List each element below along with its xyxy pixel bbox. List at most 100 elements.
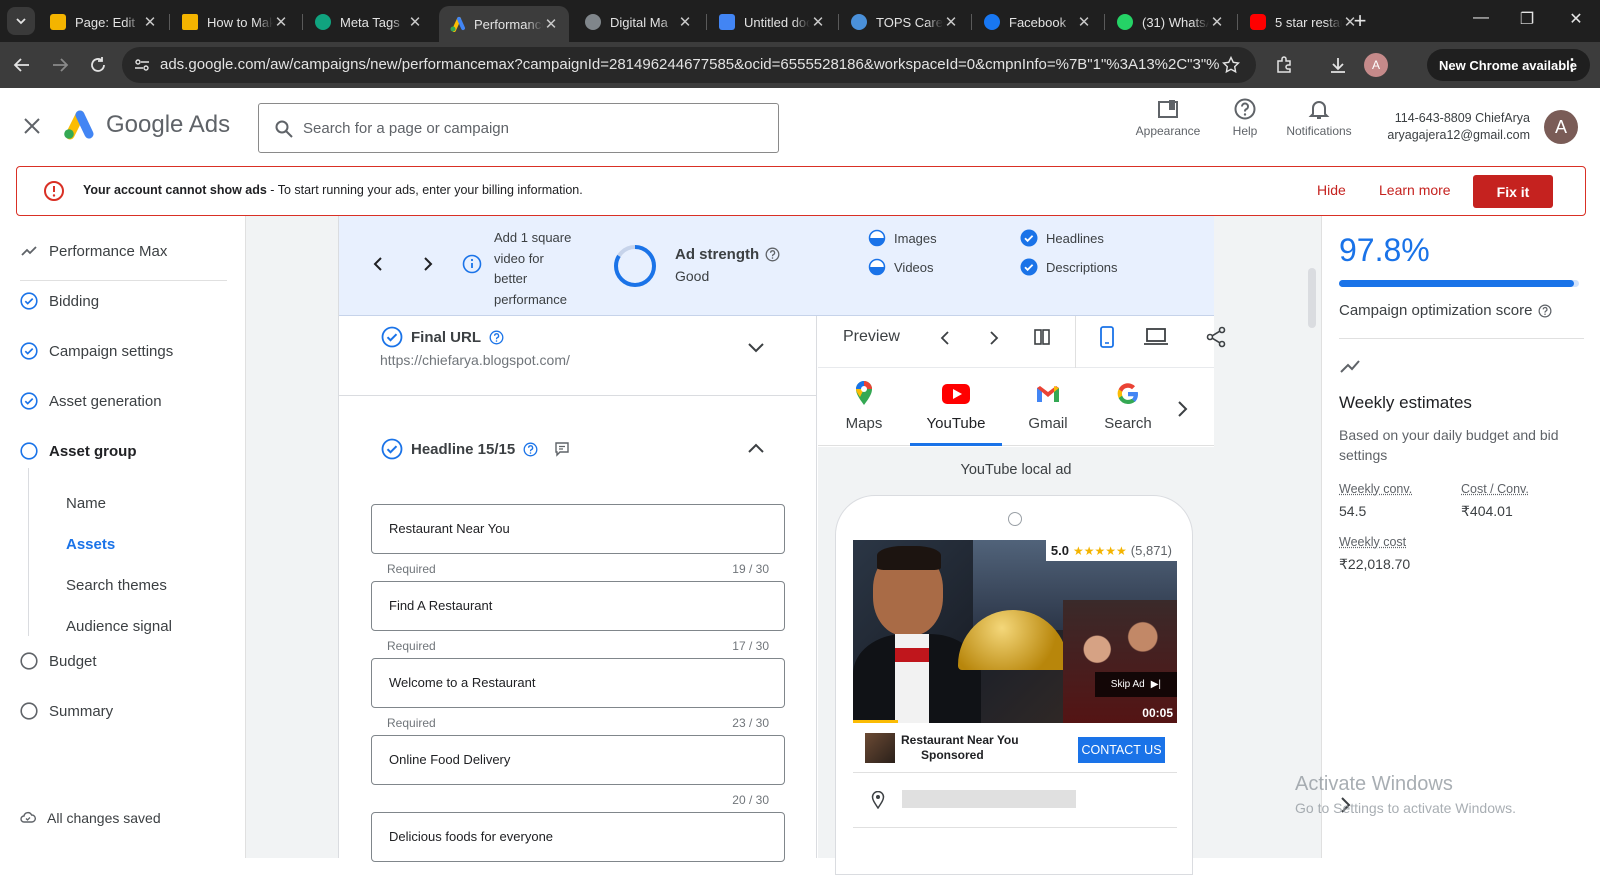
tab-untitled-doc[interactable]: Untitled doc ✕: [709, 6, 836, 38]
close-campaign-button[interactable]: [22, 116, 42, 136]
comment-icon[interactable]: [554, 441, 570, 457]
new-tab-button[interactable]: +: [1347, 8, 1373, 34]
contact-us-button[interactable]: CONTACT US: [1078, 737, 1165, 763]
google-ads-logo-icon: [64, 110, 94, 140]
nav-performance-max[interactable]: Performance Max: [20, 242, 167, 260]
headline-input-5[interactable]: Delicious foods for everyone: [371, 812, 785, 862]
app-tab-maps[interactable]: Maps: [818, 368, 910, 446]
new-chrome-available-button[interactable]: New Chrome available ⋮: [1427, 49, 1590, 81]
headline-1-helper: Required 19 / 30: [387, 562, 769, 576]
google-ads-favicon-icon: [449, 16, 465, 32]
share-icon[interactable]: [1205, 326, 1227, 348]
close-icon: [24, 118, 40, 134]
app-tab-gmail[interactable]: Gmail: [1002, 368, 1094, 446]
tab-facebook[interactable]: Facebook ✕: [974, 6, 1102, 38]
tab-search-button[interactable]: [7, 7, 35, 35]
google-ads-logo[interactable]: Google Ads: [62, 110, 230, 140]
nav-summary[interactable]: Summary: [20, 702, 113, 720]
nav-sub-audience-signal[interactable]: Audience signal: [66, 618, 172, 635]
bell-icon: [1308, 101, 1330, 119]
account-avatar[interactable]: A: [1544, 110, 1578, 144]
headline-input-3[interactable]: Welcome to a Restaurant: [371, 658, 785, 708]
bookmark-star-icon[interactable]: [1222, 56, 1240, 74]
minimize-window-button[interactable]: —: [1466, 9, 1496, 27]
app-tab-search[interactable]: Search: [1094, 368, 1162, 446]
nav-sub-search-themes[interactable]: Search themes: [66, 577, 167, 594]
columns-view-icon[interactable]: [1033, 328, 1051, 346]
skip-ad-button[interactable]: Skip Ad ▶|: [1094, 672, 1177, 697]
tab-performance-max[interactable]: Performance ✕: [439, 6, 569, 42]
nav-sub-assets[interactable]: Assets: [66, 536, 115, 553]
app-tab-youtube[interactable]: YouTube: [910, 368, 1002, 446]
tab-separator: [1237, 14, 1238, 30]
chevron-left-icon[interactable]: [939, 330, 951, 346]
appearance-button[interactable]: Appearance: [1130, 98, 1206, 138]
hide-alert-link[interactable]: Hide: [1317, 182, 1346, 198]
search-input[interactable]: Search for a page or campaign: [258, 103, 779, 153]
tab-tops-career[interactable]: TOPS Care ✕: [841, 6, 969, 38]
tab-how-to[interactable]: How to Make ✕: [172, 6, 299, 38]
help-icon[interactable]: [765, 247, 780, 262]
forward-button[interactable]: [48, 53, 72, 77]
headline-input-1[interactable]: Restaurant Near You: [371, 504, 785, 554]
chevron-right-icon[interactable]: [988, 330, 1000, 346]
tab-close-icon[interactable]: ✕: [1076, 13, 1092, 31]
desktop-device-icon[interactable]: [1144, 328, 1168, 346]
video-thumbnail[interactable]: 5.0 ★★★★★ (5,871) Skip Ad ▶| 00:05: [853, 540, 1177, 723]
reload-button[interactable]: [86, 53, 110, 77]
nav-bidding[interactable]: Bidding: [20, 292, 99, 310]
notifications-button[interactable]: Notifications: [1277, 98, 1361, 138]
nav-asset-group[interactable]: Asset group: [20, 442, 137, 460]
optimization-panel: 97.8% Campaign optimization score Weekly…: [1321, 216, 1600, 858]
ad-strength-banner: Add 1 square video for better performanc…: [339, 216, 1214, 316]
chevron-up-icon[interactable]: [747, 442, 765, 454]
tab-close-icon[interactable]: ✕: [407, 13, 423, 31]
tab-close-icon[interactable]: ✕: [1209, 13, 1225, 31]
learn-more-link[interactable]: Learn more: [1379, 182, 1451, 198]
help-icon[interactable]: [489, 330, 504, 345]
nav-asset-generation[interactable]: Asset generation: [20, 392, 162, 410]
back-button[interactable]: [10, 53, 34, 77]
restore-window-button[interactable]: ❐: [1512, 9, 1542, 29]
site-info-icon: [135, 59, 149, 71]
sponsored-label: Sponsored: [921, 748, 984, 762]
chevron-down-icon[interactable]: [747, 342, 765, 354]
tab-meta-tags[interactable]: Meta Tags ✕: [305, 6, 433, 38]
chevron-right-icon[interactable]: [1176, 400, 1188, 418]
nav-campaign-settings[interactable]: Campaign settings: [20, 342, 173, 360]
tab-close-icon[interactable]: ✕: [273, 13, 289, 31]
help-icon[interactable]: [523, 442, 538, 457]
next-tip-button[interactable]: [421, 256, 435, 272]
headline-section-header[interactable]: Headline 15/15: [381, 438, 570, 460]
address-bar[interactable]: ads.google.com/aw/campaigns/new/performa…: [122, 47, 1256, 83]
final-url-section[interactable]: Final URL https://chiefarya.blogspot.com…: [339, 316, 817, 396]
check-circle-icon: [381, 438, 403, 460]
previous-tip-button[interactable]: [371, 256, 385, 272]
tab-whatsapp[interactable]: (31) WhatsApp ✕: [1107, 6, 1235, 38]
nav-budget[interactable]: Budget: [20, 652, 97, 670]
mobile-device-icon[interactable]: [1099, 326, 1115, 348]
headline-input-2[interactable]: Find A Restaurant: [371, 581, 785, 631]
main-scrollbar-thumb[interactable]: [1308, 268, 1316, 328]
tab-page-edit[interactable]: Page: Edit ✕: [40, 6, 168, 38]
tab-digital-marketing[interactable]: Digital Ma ✕: [575, 6, 703, 38]
profile-avatar[interactable]: A: [1364, 53, 1388, 77]
weekly-conv-value: 54.5: [1339, 503, 1367, 519]
tab-close-icon[interactable]: ✕: [142, 13, 158, 31]
close-window-button[interactable]: ✕: [1561, 9, 1591, 29]
help-button[interactable]: Help: [1222, 98, 1268, 138]
tab-separator: [971, 14, 972, 30]
headline-input-4[interactable]: Online Food Delivery: [371, 735, 785, 785]
extensions-button[interactable]: [1272, 53, 1296, 77]
tab-close-icon[interactable]: ✕: [543, 15, 559, 33]
downloads-button[interactable]: [1326, 53, 1350, 77]
tab-close-icon[interactable]: ✕: [810, 13, 826, 31]
tab-close-icon[interactable]: ✕: [677, 13, 693, 31]
tab-close-icon[interactable]: ✕: [943, 13, 959, 31]
nav-sub-name[interactable]: Name: [66, 495, 106, 512]
account-info[interactable]: 114-643-8809 ChiefArya aryagajera12@gmai…: [1375, 110, 1530, 144]
help-icon[interactable]: [1538, 304, 1552, 318]
activate-windows-watermark: Activate Windows: [1295, 773, 1453, 795]
nav-subsection-line: [28, 468, 29, 636]
fix-it-button[interactable]: Fix it: [1473, 175, 1553, 208]
